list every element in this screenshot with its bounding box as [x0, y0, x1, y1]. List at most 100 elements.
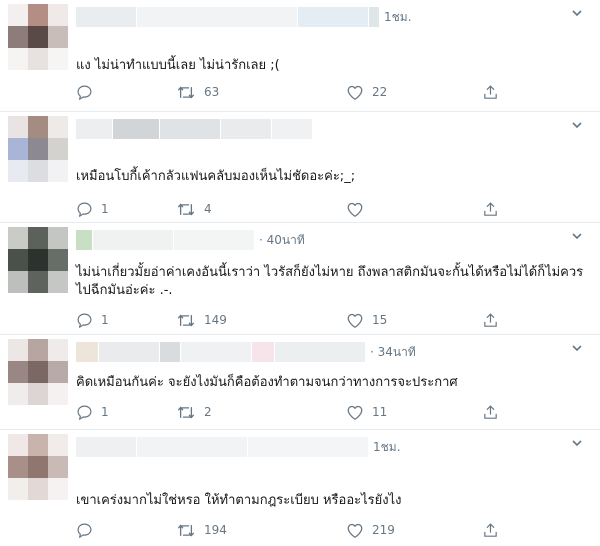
- username-blur: [275, 342, 365, 362]
- like-button[interactable]: 22: [346, 82, 387, 102]
- avatar[interactable]: [8, 4, 68, 70]
- avatar[interactable]: [8, 227, 68, 293]
- share-button[interactable]: [482, 520, 499, 540]
- like-count: 11: [372, 405, 388, 419]
- timestamp[interactable]: 1ชม.: [373, 438, 401, 457]
- tweet-header: 1ชม.: [76, 6, 412, 28]
- username[interactable]: [137, 7, 297, 27]
- like-count: 219: [372, 523, 395, 537]
- tweet-text: แง ไม่น่าทำแบบนี้เลย ไม่น่ารักเลย ;(: [76, 58, 280, 73]
- retweet-count: 194: [204, 523, 227, 537]
- retweet-icon: [177, 202, 195, 216]
- retweet-button[interactable]: 2: [176, 402, 212, 422]
- chevron-down-icon[interactable]: [570, 436, 584, 450]
- display-name[interactable]: [76, 437, 136, 457]
- like-button[interactable]: [346, 199, 372, 219]
- tweet[interactable]: 1ชม. เขาเคร่งมากไม่ใช่หรอ ให้ทำตามกฎระเบ…: [0, 430, 600, 546]
- share-icon: [484, 522, 497, 537]
- reply-button[interactable]: [76, 82, 101, 102]
- tweet-header: [76, 118, 317, 140]
- retweet-button[interactable]: 149: [176, 310, 227, 330]
- avatar[interactable]: [8, 116, 68, 182]
- tweet[interactable]: 1ชม. แง ไม่น่าทำแบบนี้เลย ไม่น่ารักเลย ;…: [0, 0, 600, 112]
- heart-icon: [347, 523, 363, 538]
- chevron-down-icon[interactable]: [570, 6, 584, 20]
- retweet-icon: [177, 523, 195, 537]
- retweet-count: 149: [204, 313, 227, 327]
- reply-icon: [77, 202, 92, 217]
- avatar[interactable]: [8, 339, 68, 405]
- tweet-actions: 63 22: [76, 82, 506, 102]
- tweet-header: · 40นาที: [76, 229, 305, 251]
- username-blur: [272, 119, 312, 139]
- retweet-count: 63: [204, 85, 220, 99]
- share-icon: [484, 312, 497, 327]
- tweet[interactable]: · 40นาที ไม่น่าเกี่ยวมั้ยอ่าค่าเคงอันนี้…: [0, 223, 600, 335]
- display-name-blur: [93, 230, 173, 250]
- share-button[interactable]: [482, 310, 499, 330]
- chevron-down-icon[interactable]: [570, 341, 584, 355]
- like-button[interactable]: 219: [346, 520, 395, 540]
- reply-count: 1: [101, 405, 109, 419]
- chevron-down-icon[interactable]: [570, 229, 584, 243]
- username[interactable]: [248, 437, 368, 457]
- timestamp[interactable]: · 34นาที: [370, 343, 416, 362]
- reply-icon: [77, 85, 92, 100]
- tweet[interactable]: · 34นาที คิดเหมือนกันค่ะ จะยังไงมันก็คือ…: [0, 335, 600, 430]
- tweet-actions: 1 149 15: [76, 310, 506, 330]
- username-blur: [369, 7, 379, 27]
- reply-count: 1: [101, 313, 109, 327]
- display-name[interactable]: [76, 230, 92, 250]
- retweet-button[interactable]: 63: [176, 82, 219, 102]
- retweet-button[interactable]: 194: [176, 520, 227, 540]
- timestamp[interactable]: 1ชม.: [384, 8, 412, 27]
- display-name[interactable]: [76, 342, 98, 362]
- reply-button[interactable]: 1: [76, 199, 109, 219]
- username[interactable]: [174, 230, 254, 250]
- reply-count: 1: [101, 202, 109, 216]
- avatar[interactable]: [8, 434, 68, 500]
- tweet[interactable]: เหมือนโบกี้เค้ากลัวแฟนคลับมองเห็นไม่ชัดอ…: [0, 112, 600, 223]
- retweet-count: 2: [204, 405, 212, 419]
- like-count: 15: [372, 313, 388, 327]
- like-button[interactable]: 15: [346, 310, 387, 330]
- username-blur: [221, 119, 271, 139]
- retweet-icon: [177, 313, 195, 327]
- tweet-text: เขาเคร่งมากไม่ใช่หรอ ให้ทำตามกฎระเบียบ ห…: [76, 493, 402, 508]
- tweet-header: · 34นาที: [76, 341, 416, 363]
- tweet-text: ไม่น่าเกี่ยวมั้ยอ่าค่าเคงอันนี้เราว่า ไว…: [76, 265, 584, 298]
- chevron-down-icon[interactable]: [570, 118, 584, 132]
- tweet-actions: 1 2 11: [76, 402, 506, 422]
- tweet-text: เหมือนโบกี้เค้ากลัวแฟนคลับมองเห็นไม่ชัดอ…: [76, 169, 356, 184]
- share-button[interactable]: [482, 402, 499, 422]
- retweet-button[interactable]: 4: [176, 199, 212, 219]
- like-count: 22: [372, 85, 388, 99]
- reply-button[interactable]: 1: [76, 402, 109, 422]
- heart-icon: [347, 85, 363, 100]
- display-name-blur: [137, 437, 247, 457]
- tweet-text: คิดเหมือนกันค่ะ จะยังไงมันก็คือต้องทำตาม…: [76, 375, 458, 390]
- reply-button[interactable]: 1: [76, 310, 109, 330]
- display-name[interactable]: [76, 119, 112, 139]
- reply-icon: [77, 523, 92, 538]
- share-button[interactable]: [482, 82, 499, 102]
- retweet-icon: [177, 85, 195, 99]
- display-name-blur: [113, 119, 159, 139]
- display-name-blur: [99, 342, 159, 362]
- heart-icon: [347, 313, 363, 328]
- like-button[interactable]: 11: [346, 402, 387, 422]
- username[interactable]: [160, 119, 220, 139]
- heart-icon: [347, 202, 363, 217]
- share-button[interactable]: [482, 199, 499, 219]
- reply-feed: 1ชม. แง ไม่น่าทำแบบนี้เลย ไม่น่ารักเลย ;…: [0, 0, 600, 546]
- share-icon: [484, 404, 497, 419]
- reply-icon: [77, 313, 92, 328]
- reply-icon: [77, 405, 92, 420]
- username-blur: [298, 7, 368, 27]
- username[interactable]: [160, 342, 180, 362]
- tweet-actions: 194 219: [76, 520, 506, 540]
- timestamp[interactable]: · 40นาที: [259, 231, 305, 250]
- display-name[interactable]: [76, 7, 136, 27]
- reply-button[interactable]: [76, 520, 101, 540]
- username-blur: [181, 342, 251, 362]
